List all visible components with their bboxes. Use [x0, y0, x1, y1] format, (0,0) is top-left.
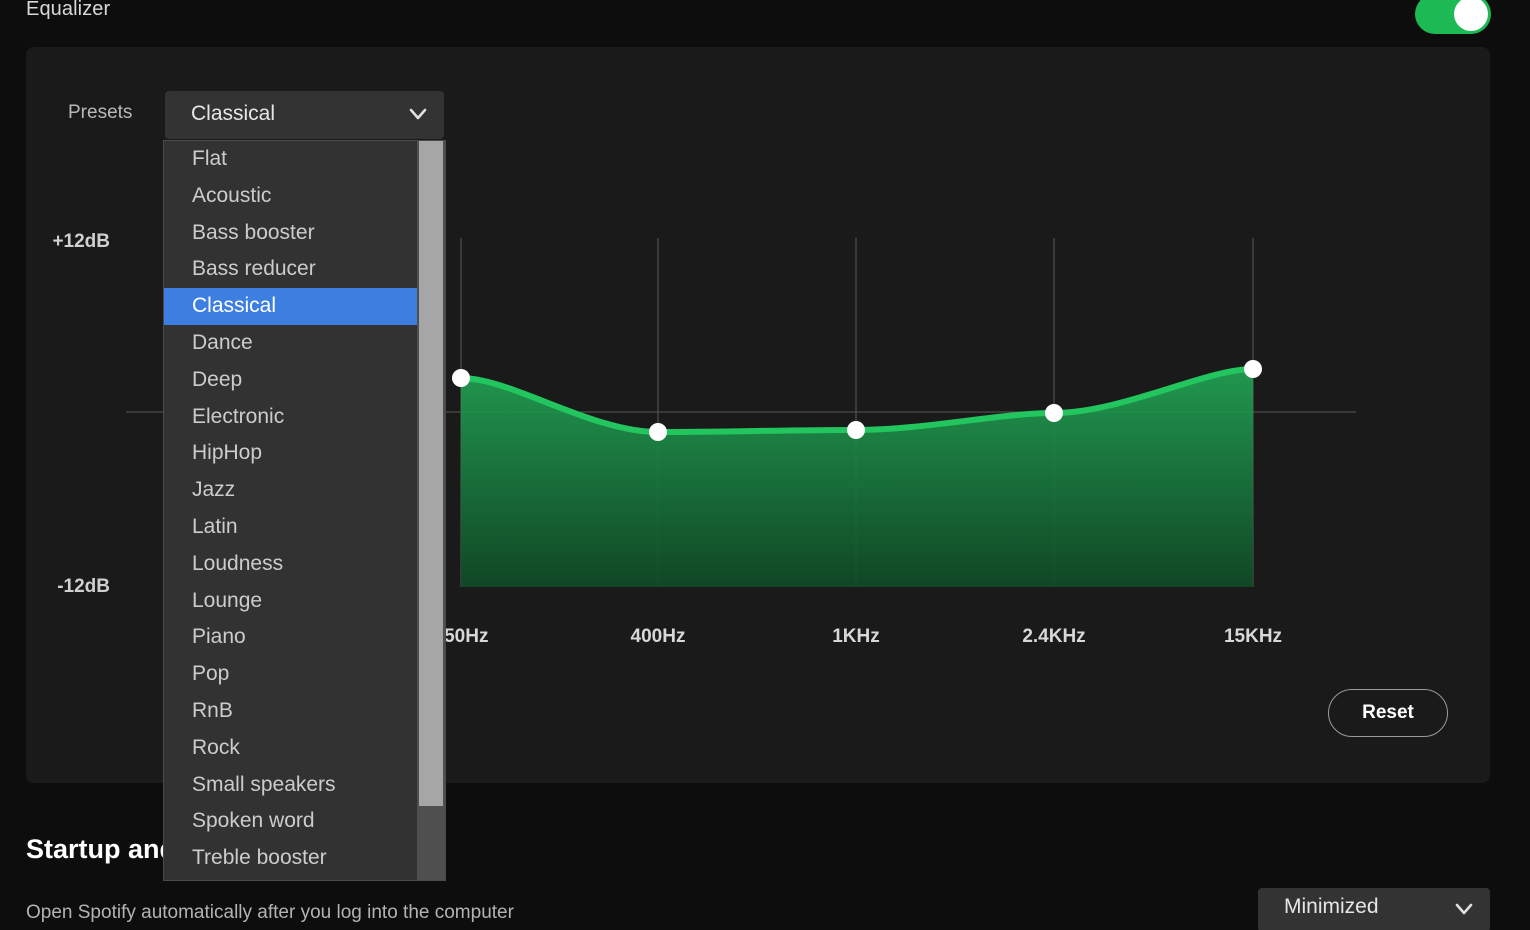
- presets-option-rnb[interactable]: RnB: [164, 693, 419, 730]
- axis-label-band-1: 400Hz: [631, 626, 686, 648]
- reset-button[interactable]: Reset: [1328, 689, 1448, 737]
- equalizer-settings-page: Equalizer: [0, 0, 1530, 930]
- equalizer-toggle[interactable]: [1415, 0, 1491, 34]
- presets-option-treble-booster[interactable]: Treble booster: [164, 840, 419, 877]
- presets-option-lounge[interactable]: Lounge: [164, 583, 419, 620]
- presets-option-acoustic[interactable]: Acoustic: [164, 178, 419, 215]
- startup-behaviour-select[interactable]: Minimized: [1258, 888, 1490, 930]
- presets-option-loudness[interactable]: Loudness: [164, 546, 419, 583]
- presets-option-jazz[interactable]: Jazz: [164, 472, 419, 509]
- presets-option-piano[interactable]: Piano: [164, 619, 419, 656]
- startup-section-description: Open Spotify automatically after you log…: [26, 902, 514, 924]
- presets-option-rock[interactable]: Rock: [164, 730, 419, 767]
- presets-option-bass-booster[interactable]: Bass booster: [164, 215, 419, 252]
- presets-option-container: FlatAcousticBass boosterBass reducerClas…: [164, 141, 419, 877]
- presets-dropdown-list[interactable]: FlatAcousticBass boosterBass reducerClas…: [163, 140, 446, 881]
- presets-option-electronic[interactable]: Electronic: [164, 399, 419, 436]
- presets-option-deep[interactable]: Deep: [164, 362, 419, 399]
- chevron-down-icon: [1454, 899, 1474, 919]
- axis-label-band-3: 2.4KHz: [1022, 626, 1085, 648]
- presets-option-latin[interactable]: Latin: [164, 509, 419, 546]
- presets-select[interactable]: Classical: [165, 91, 444, 139]
- presets-option-classical[interactable]: Classical: [164, 288, 419, 325]
- presets-option-small-speakers[interactable]: Small speakers: [164, 767, 419, 804]
- axis-label-band-2: 1KHz: [832, 626, 880, 648]
- startup-selected-value: Minimized: [1284, 895, 1379, 919]
- presets-option-hiphop[interactable]: HipHop: [164, 435, 419, 472]
- axis-label-min-db: -12dB: [0, 576, 110, 598]
- dropdown-scrollbar-thumb[interactable]: [419, 141, 443, 806]
- page-title: Equalizer: [26, 0, 110, 21]
- presets-option-bass-reducer[interactable]: Bass reducer: [164, 251, 419, 288]
- presets-option-pop[interactable]: Pop: [164, 656, 419, 693]
- axis-label-band-4: 15KHz: [1224, 626, 1282, 648]
- dropdown-scrollbar[interactable]: [417, 141, 445, 881]
- presets-selected-value: Classical: [191, 102, 275, 126]
- presets-option-flat[interactable]: Flat: [164, 141, 419, 178]
- presets-option-dance[interactable]: Dance: [164, 325, 419, 362]
- presets-label: Presets: [68, 102, 132, 124]
- presets-option-spoken-word[interactable]: Spoken word: [164, 803, 419, 840]
- chevron-down-icon: [408, 104, 428, 124]
- toggle-knob: [1454, 0, 1488, 31]
- axis-label-max-db: +12dB: [0, 231, 110, 253]
